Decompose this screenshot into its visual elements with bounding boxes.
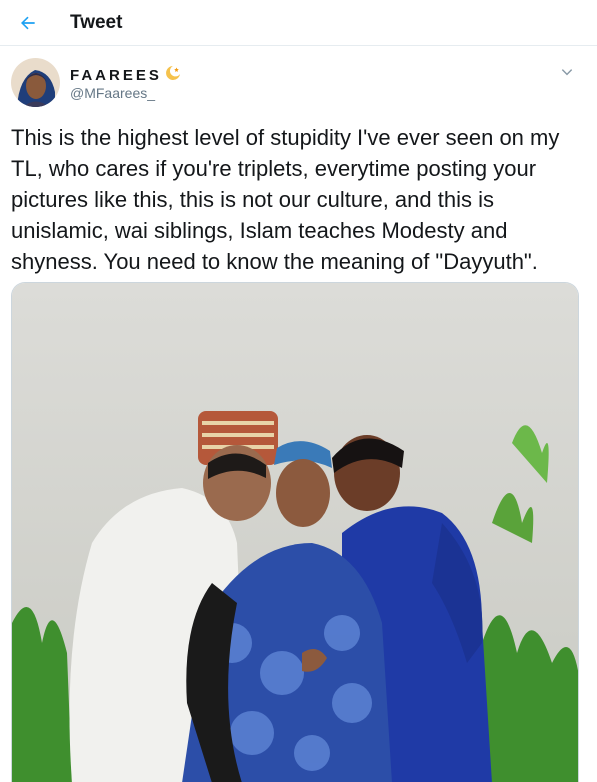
chevron-down-icon xyxy=(561,69,573,76)
avatar[interactable] xyxy=(11,58,60,107)
back-arrow-icon xyxy=(21,16,35,30)
tweet-photo[interactable] xyxy=(11,282,579,782)
author-display-name[interactable]: FAAREES xyxy=(70,64,182,86)
moon-star-emoji-icon xyxy=(164,64,182,86)
top-bar: Tweet xyxy=(0,0,597,46)
tweet-menu-button[interactable] xyxy=(557,62,577,82)
author-name-text: FAAREES xyxy=(70,66,162,84)
tweet-text: This is the highest level of stupidity I… xyxy=(11,125,560,274)
back-button[interactable] xyxy=(10,5,46,41)
author-handle[interactable]: @MFaarees_ xyxy=(70,85,155,101)
page-title: Tweet xyxy=(70,12,123,33)
